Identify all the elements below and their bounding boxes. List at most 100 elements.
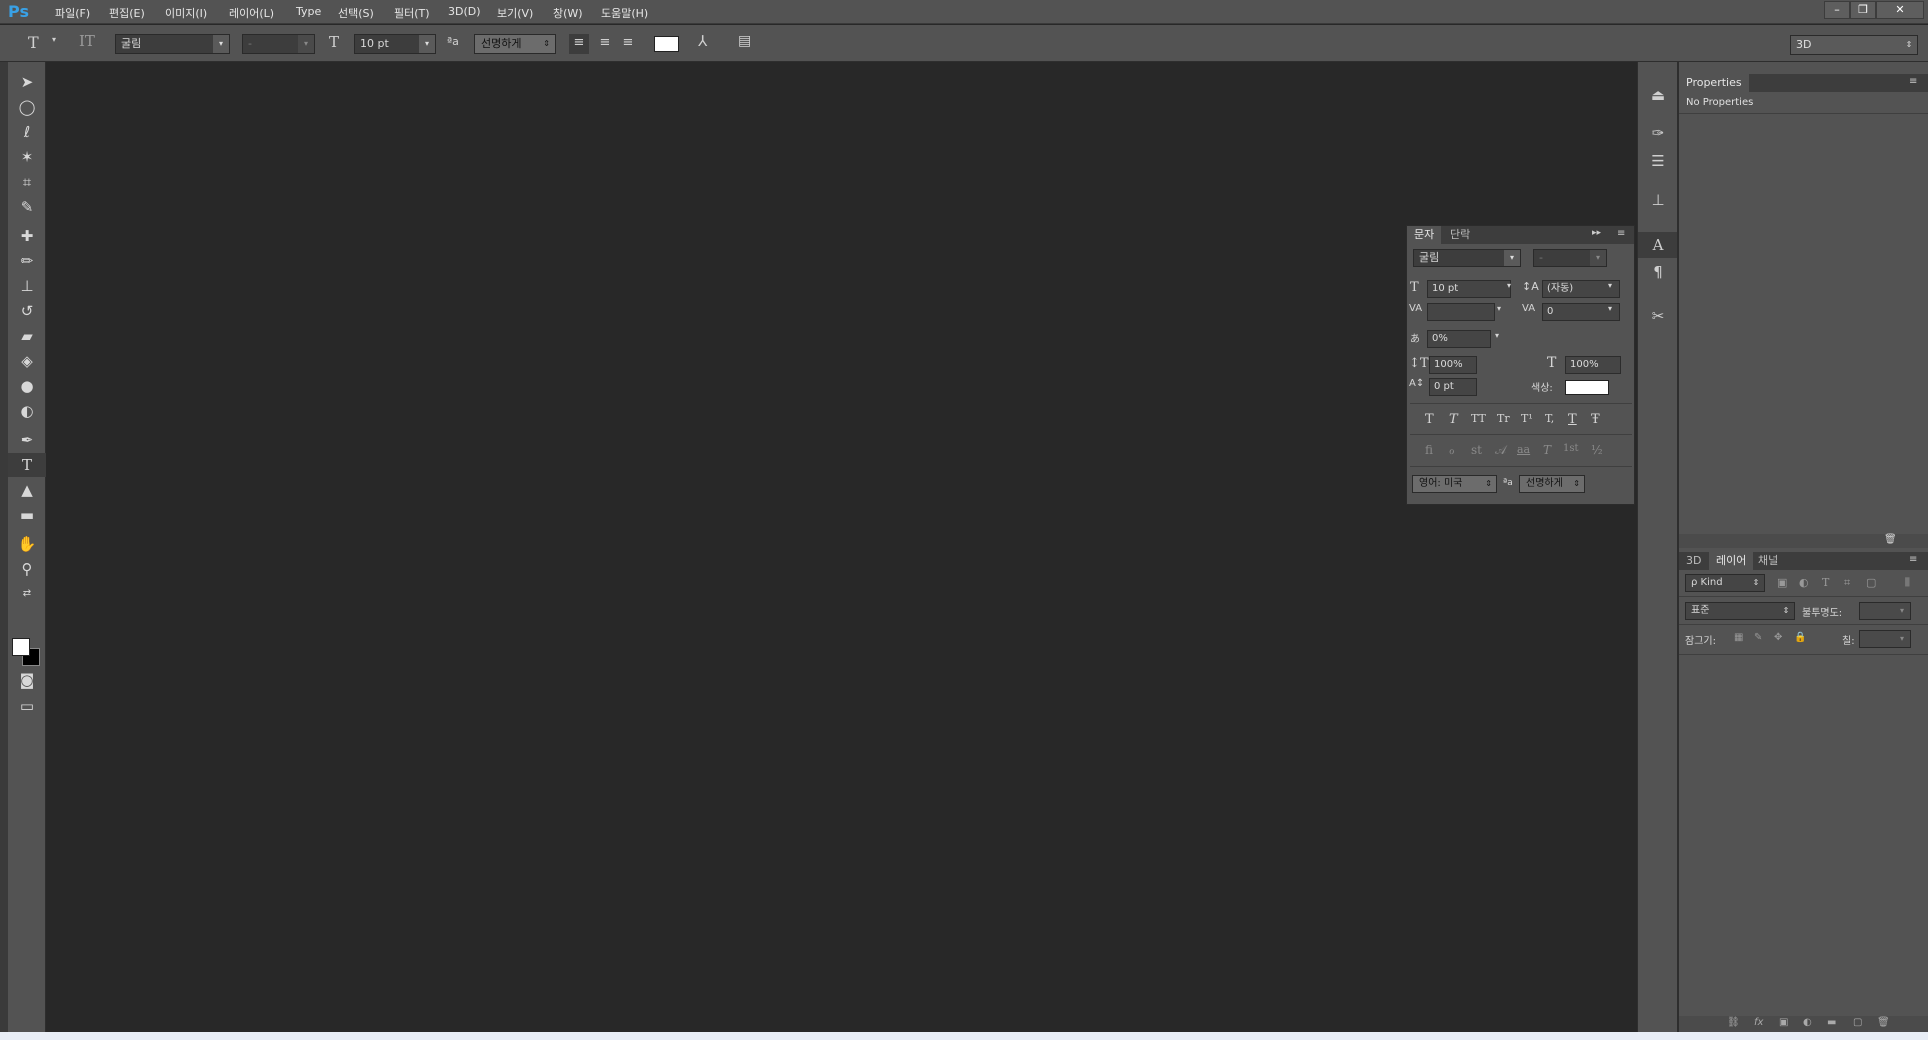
tab-character[interactable]: 문자 [1407,226,1442,244]
font-size-dropdown[interactable]: 10 pt ▾ [354,34,436,54]
text-color-swatch[interactable] [654,36,679,52]
tool-presets-icon[interactable]: ✂ [1638,303,1678,329]
chevron-down-icon[interactable]: ▾ [52,35,56,44]
filter-shape-icon[interactable]: ⌗ [1844,576,1850,590]
tab-layers[interactable]: 레이어 [1709,552,1754,570]
filter-adjustment-icon[interactable]: ◐ [1799,576,1809,589]
menu-image[interactable]: 이미지(I) [165,5,207,21]
add-mask-icon[interactable]: ▣ [1779,1017,1788,1028]
fractions-icon[interactable]: ½ [1591,443,1603,457]
filter-toggle-icon[interactable]: ▮ [1904,574,1911,588]
paint-bucket-tool-icon[interactable]: ◈ [8,349,46,373]
marquee-tool-icon[interactable]: ◯ [8,95,46,119]
shape-tool-icon[interactable]: ▬ [8,503,46,527]
stylistic-alternates-icon[interactable]: aa [1517,443,1530,456]
filter-pixel-icon[interactable]: ▣ [1777,576,1787,589]
history-panel-icon[interactable]: ⏏ [1638,82,1678,108]
new-group-icon[interactable]: ▬ [1827,1017,1836,1028]
faux-bold-icon[interactable]: T [1425,412,1434,427]
adjustments-icon[interactable]: ☰ [1638,148,1678,174]
align-center-icon[interactable]: ≡ [595,34,615,52]
anti-alias-dropdown[interactable]: 선명하게 ⇕ [474,34,556,54]
lasso-tool-icon[interactable]: ℓ [8,120,46,144]
char-baseline-shift-field[interactable]: 0 pt [1429,378,1477,396]
blend-mode-dropdown[interactable]: 표준 ⇕ [1685,602,1795,620]
menu-3d[interactable]: 3D(D) [448,5,481,18]
char-font-size-field[interactable]: 10 pt [1427,280,1511,298]
adjustment-layer-icon[interactable]: ◐ [1803,1017,1812,1028]
minimize-button[interactable]: – [1824,1,1850,19]
ordinals-icon[interactable]: 1st [1563,443,1579,454]
char-tsume-field[interactable]: 0% [1427,330,1491,348]
new-layer-icon[interactable]: ▢ [1853,1017,1862,1028]
tab-3d[interactable]: 3D [1679,552,1708,570]
clone-stamp-tool-icon[interactable]: ⊥ [8,274,46,298]
clone-source-icon[interactable]: ⊥ [1638,187,1678,213]
lock-pixels-icon[interactable]: ✎ [1754,632,1762,643]
character-panel-icon[interactable]: A [1638,232,1678,258]
paragraph-panel-icon[interactable]: ¶ [1638,259,1678,285]
contextual-alternates-icon[interactable]: ℴ [1449,443,1455,457]
warp-text-icon[interactable]: ⅄ [698,32,707,50]
type-tool-icon[interactable]: T [8,453,46,477]
menu-help[interactable]: 도움말(H) [601,5,648,21]
swap-colors-icon[interactable]: ⇄ [8,582,46,606]
filter-smart-object-icon[interactable]: ▢ [1866,576,1876,589]
foreground-color-swatch[interactable] [12,638,30,656]
healing-brush-tool-icon[interactable]: ✚ [8,224,46,248]
restore-button[interactable]: ❐ [1850,1,1876,19]
tab-properties[interactable]: Properties [1679,74,1749,92]
zoom-tool-icon[interactable]: ⚲ [8,557,46,581]
discretionary-ligatures-icon[interactable]: st [1471,443,1482,457]
swash-icon[interactable]: 𝒜 [1495,443,1506,458]
char-anti-alias-dropdown[interactable]: 선명하게 ⇕ [1519,475,1585,493]
font-style-dropdown[interactable]: - ▾ [242,34,315,54]
blur-tool-icon[interactable]: ● [8,374,46,398]
ligatures-icon[interactable]: fi [1425,443,1433,457]
filter-type-icon[interactable]: T [1822,576,1829,589]
eraser-tool-icon[interactable]: ▰ [8,324,46,348]
char-vertical-scale-field[interactable]: 100% [1429,356,1477,374]
underline-icon[interactable]: T [1568,412,1577,427]
toggle-panels-icon[interactable]: ▤ [738,33,751,49]
align-right-icon[interactable]: ≡ [618,34,638,52]
lock-transparent-icon[interactable]: ▦ [1734,632,1743,643]
chevron-down-icon[interactable]: ▾ [1608,304,1612,313]
layer-style-icon[interactable]: fx [1754,1017,1763,1028]
hand-tool-icon[interactable]: ✋ [8,532,46,556]
history-brush-tool-icon[interactable]: ↺ [8,299,46,323]
collapse-panel-icon[interactable]: ▸▸ [1592,228,1601,238]
menu-window[interactable]: 창(W) [553,5,583,21]
workspace-dropdown[interactable]: 3D ⇕ [1790,35,1918,55]
lock-all-icon[interactable]: 🔒 [1794,632,1806,643]
eyedropper-tool-icon[interactable]: ✎ [8,195,46,219]
menu-layer[interactable]: 레이어(L) [229,5,274,21]
panel-menu-icon[interactable]: ≡ [1909,554,1917,565]
panel-menu-icon[interactable]: ≡ [1909,76,1917,87]
type-tool-preset-icon[interactable]: T [28,33,39,52]
subscript-icon[interactable]: T, [1545,412,1554,425]
path-selection-tool-icon[interactable]: ▲ [8,478,46,502]
strikethrough-icon[interactable]: Ŧ [1591,412,1600,427]
superscript-icon[interactable]: T¹ [1521,412,1533,425]
quick-mask-icon[interactable]: ◙ [8,668,46,692]
align-left-icon[interactable]: ≡ [569,34,589,54]
menu-file[interactable]: 파일(F) [55,5,90,21]
menu-edit[interactable]: 편집(E) [109,5,145,21]
layer-filter-dropdown[interactable]: ρ Kind ⇕ [1685,574,1765,592]
menu-type[interactable]: Type [296,5,321,18]
trash-icon[interactable]: 🗑 [1884,534,1897,545]
lock-position-icon[interactable]: ✥ [1774,632,1782,643]
crop-tool-icon[interactable]: ⌗ [8,170,46,194]
small-caps-icon[interactable]: Tr [1497,412,1510,425]
char-font-family-dropdown[interactable]: 굴림 ▾ [1413,249,1521,267]
char-kerning-field[interactable] [1427,303,1495,321]
dodge-tool-icon[interactable]: ◐ [8,399,46,423]
language-dropdown[interactable]: 영어: 미국 ⇕ [1412,475,1497,493]
char-font-style-dropdown[interactable]: - ▾ [1533,249,1607,267]
panel-menu-icon[interactable]: ≡ [1617,228,1625,239]
screen-mode-icon[interactable]: ▭ [8,694,46,718]
titling-alternates-icon[interactable]: T [1543,443,1551,457]
move-tool-icon[interactable]: ➤ [8,70,46,94]
faux-italic-icon[interactable]: T [1449,412,1458,427]
